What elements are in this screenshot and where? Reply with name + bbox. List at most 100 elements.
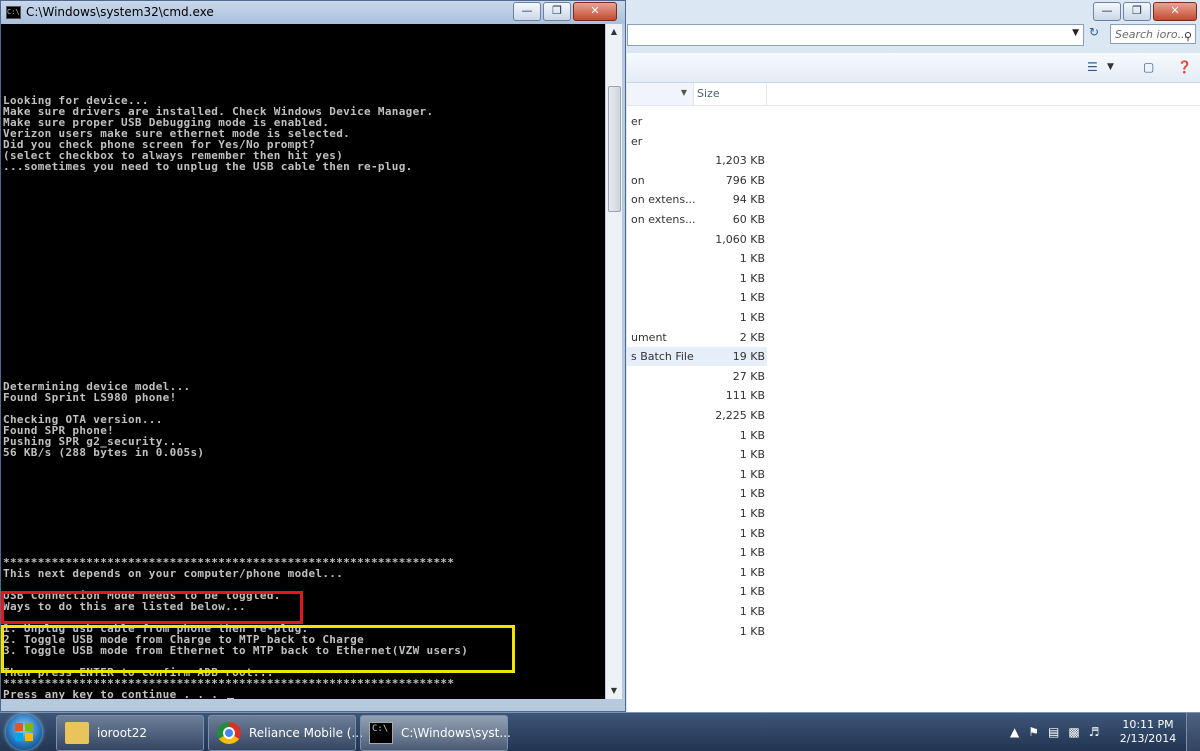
file-row[interactable]: er bbox=[627, 132, 767, 151]
file-row[interactable]: 111 KB bbox=[627, 386, 767, 405]
type-column-header[interactable]: ▼ bbox=[627, 83, 694, 105]
console-line: ...sometimes you need to unplug the USB … bbox=[3, 160, 413, 173]
file-size: 1,060 KB bbox=[715, 232, 765, 246]
file-type: on bbox=[631, 173, 645, 187]
file-row[interactable]: 1 KB bbox=[627, 269, 767, 288]
file-size: 1 KB bbox=[739, 605, 765, 618]
file-size: 1 KB bbox=[739, 585, 765, 599]
explorer-maximize-button[interactable]: ❐ bbox=[1123, 2, 1151, 21]
file-size: 2 KB bbox=[739, 330, 765, 344]
taskbar-item-label: C:\Windows\syst... bbox=[401, 726, 511, 740]
scrollbar-thumb[interactable] bbox=[608, 86, 621, 212]
file-row[interactable]: 1,203 KB bbox=[627, 151, 767, 170]
cmd-window: C:\ C:\Windows\system32\cmd.exe — ❐ ✕ Lo… bbox=[0, 0, 626, 712]
file-row[interactable]: 27 KB bbox=[627, 367, 767, 386]
clock[interactable]: 10:11 PM 2/13/2014 bbox=[1118, 718, 1178, 746]
sort-arrow-icon: ▼ bbox=[680, 88, 687, 97]
search-icon[interactable]: ⚲ bbox=[1184, 27, 1192, 47]
file-row[interactable]: 2,225 KB bbox=[627, 406, 767, 425]
scroll-down-icon[interactable]: ▼ bbox=[606, 683, 622, 699]
view-options-icon[interactable]: ☰ bbox=[1087, 60, 1098, 74]
file-row[interactable]: 1 KB bbox=[627, 602, 767, 621]
file-row[interactable]: on 796 KB bbox=[627, 171, 767, 190]
file-size: 1 KB bbox=[739, 271, 765, 285]
show-desktop-button[interactable] bbox=[1186, 713, 1200, 751]
file-row[interactable]: 1 KB bbox=[627, 504, 767, 523]
file-row[interactable]: 1 KB bbox=[627, 563, 767, 582]
file-size: 1,203 KB bbox=[715, 154, 765, 168]
address-bar[interactable]: ▼ bbox=[627, 24, 1084, 46]
help-icon[interactable]: ❓ bbox=[1177, 60, 1192, 74]
file-row[interactable]: 1 KB bbox=[627, 308, 767, 327]
system-tray: ▲ ⚑ ▤ ▩ ♬ bbox=[1010, 725, 1099, 739]
file-size: 1 KB bbox=[739, 448, 765, 462]
file-row[interactable]: 1 KB bbox=[627, 249, 767, 268]
file-size: 1 KB bbox=[739, 252, 765, 266]
explorer-toolbar: ☰ ▼ ▢ ❓ bbox=[627, 53, 1200, 83]
refresh-icon[interactable]: ↻ bbox=[1085, 25, 1103, 43]
file-row[interactable]: 1 KB bbox=[627, 465, 767, 484]
file-size: 19 KB bbox=[732, 350, 765, 364]
size-column-header[interactable]: Size bbox=[697, 87, 720, 100]
file-row[interactable]: 1 KB bbox=[627, 288, 767, 307]
taskbar-item-cmd[interactable]: C:\ C:\Windows\syst... bbox=[360, 715, 511, 751]
console-output[interactable]: Looking for device... Make sure drivers a… bbox=[1, 24, 605, 700]
column-headers: ▼ Size bbox=[627, 83, 1200, 106]
address-dropdown-icon[interactable]: ▼ bbox=[1072, 28, 1079, 38]
file-size: 111 KB bbox=[725, 389, 765, 403]
file-type: er bbox=[631, 115, 643, 128]
file-row[interactable]: on extens... 60 KB bbox=[627, 210, 767, 229]
taskbar-item-label: Reliance Mobile (... bbox=[249, 726, 363, 740]
cmd-minimize-button[interactable]: — bbox=[513, 2, 541, 21]
devices-icon[interactable]: ▤ bbox=[1048, 725, 1059, 739]
file-size: 60 KB bbox=[732, 213, 765, 226]
file-type: on extens... bbox=[631, 193, 696, 207]
search-input[interactable]: Search ioro... ⚲ bbox=[1110, 24, 1196, 44]
yellow-highlight-box bbox=[1, 625, 515, 673]
start-button[interactable] bbox=[6, 714, 42, 750]
taskbar-item-chrome[interactable]: Reliance Mobile (... bbox=[208, 715, 363, 751]
cmd-window-title: C:\Windows\system32\cmd.exe bbox=[26, 5, 214, 19]
file-size: 27 KB bbox=[732, 369, 765, 383]
action-center-flag-icon[interactable]: ⚑ bbox=[1028, 725, 1039, 739]
file-row[interactable]: 1 KB bbox=[627, 622, 767, 641]
vertical-scrollbar[interactable]: ▲ ▼ bbox=[605, 24, 622, 699]
file-row[interactable]: ument 2 KB bbox=[627, 328, 767, 347]
file-row[interactable]: 1 KB bbox=[627, 426, 767, 445]
file-row[interactable]: 1,060 KB bbox=[627, 230, 767, 249]
view-dropdown-icon[interactable]: ▼ bbox=[1107, 62, 1114, 72]
search-placeholder: Search ioro... bbox=[1115, 28, 1189, 41]
file-size: 1 KB bbox=[739, 467, 765, 481]
cmd-titlebar[interactable]: C:\ C:\Windows\system32\cmd.exe — ❐ ✕ bbox=[1, 1, 625, 24]
chrome-icon bbox=[217, 722, 241, 744]
preview-pane-icon[interactable]: ▢ bbox=[1143, 60, 1154, 74]
file-row[interactable]: 1 KB bbox=[627, 543, 767, 562]
file-row[interactable]: 1 KB bbox=[627, 582, 767, 601]
file-size: 2,225 KB bbox=[715, 409, 765, 422]
file-row[interactable]: 1 KB bbox=[627, 484, 767, 503]
file-size: 1 KB bbox=[739, 546, 765, 560]
file-row[interactable]: er bbox=[627, 112, 767, 131]
explorer-minimize-button[interactable]: — bbox=[1093, 2, 1121, 21]
cmd-close-button[interactable]: ✕ bbox=[573, 2, 617, 21]
file-size: 1 KB bbox=[739, 624, 765, 638]
volume-icon[interactable]: ♬ bbox=[1089, 725, 1100, 739]
taskbar: ioroot22 Reliance Mobile (... C:\ C:\Win… bbox=[0, 712, 1200, 751]
network-icon[interactable]: ▩ bbox=[1068, 725, 1079, 739]
scroll-up-icon[interactable]: ▲ bbox=[606, 24, 622, 40]
cmd-app-icon[interactable]: C:\ bbox=[6, 6, 21, 19]
file-size: 1 KB bbox=[739, 291, 765, 305]
file-size: 1 KB bbox=[739, 507, 765, 520]
cmd-maximize-button[interactable]: ❐ bbox=[543, 2, 571, 21]
explorer-close-button[interactable]: ✕ bbox=[1153, 2, 1197, 21]
taskbar-item-explorer[interactable]: ioroot22 bbox=[56, 715, 204, 751]
file-type: ument bbox=[631, 330, 667, 344]
file-list: ▼ Size er er 1,203 KB on 796 KB on extens... 9… bbox=[627, 83, 1200, 712]
file-row[interactable]: 1 KB bbox=[627, 445, 767, 464]
show-hidden-icons-icon[interactable]: ▲ bbox=[1010, 725, 1019, 739]
file-row[interactable]: s Batch File 19 KB bbox=[627, 347, 767, 367]
clock-date: 2/13/2014 bbox=[1119, 732, 1177, 745]
file-row[interactable]: 1 KB bbox=[627, 524, 767, 543]
file-row[interactable]: on extens... 94 KB bbox=[627, 190, 767, 209]
taskbar-item-label: ioroot22 bbox=[97, 726, 148, 740]
